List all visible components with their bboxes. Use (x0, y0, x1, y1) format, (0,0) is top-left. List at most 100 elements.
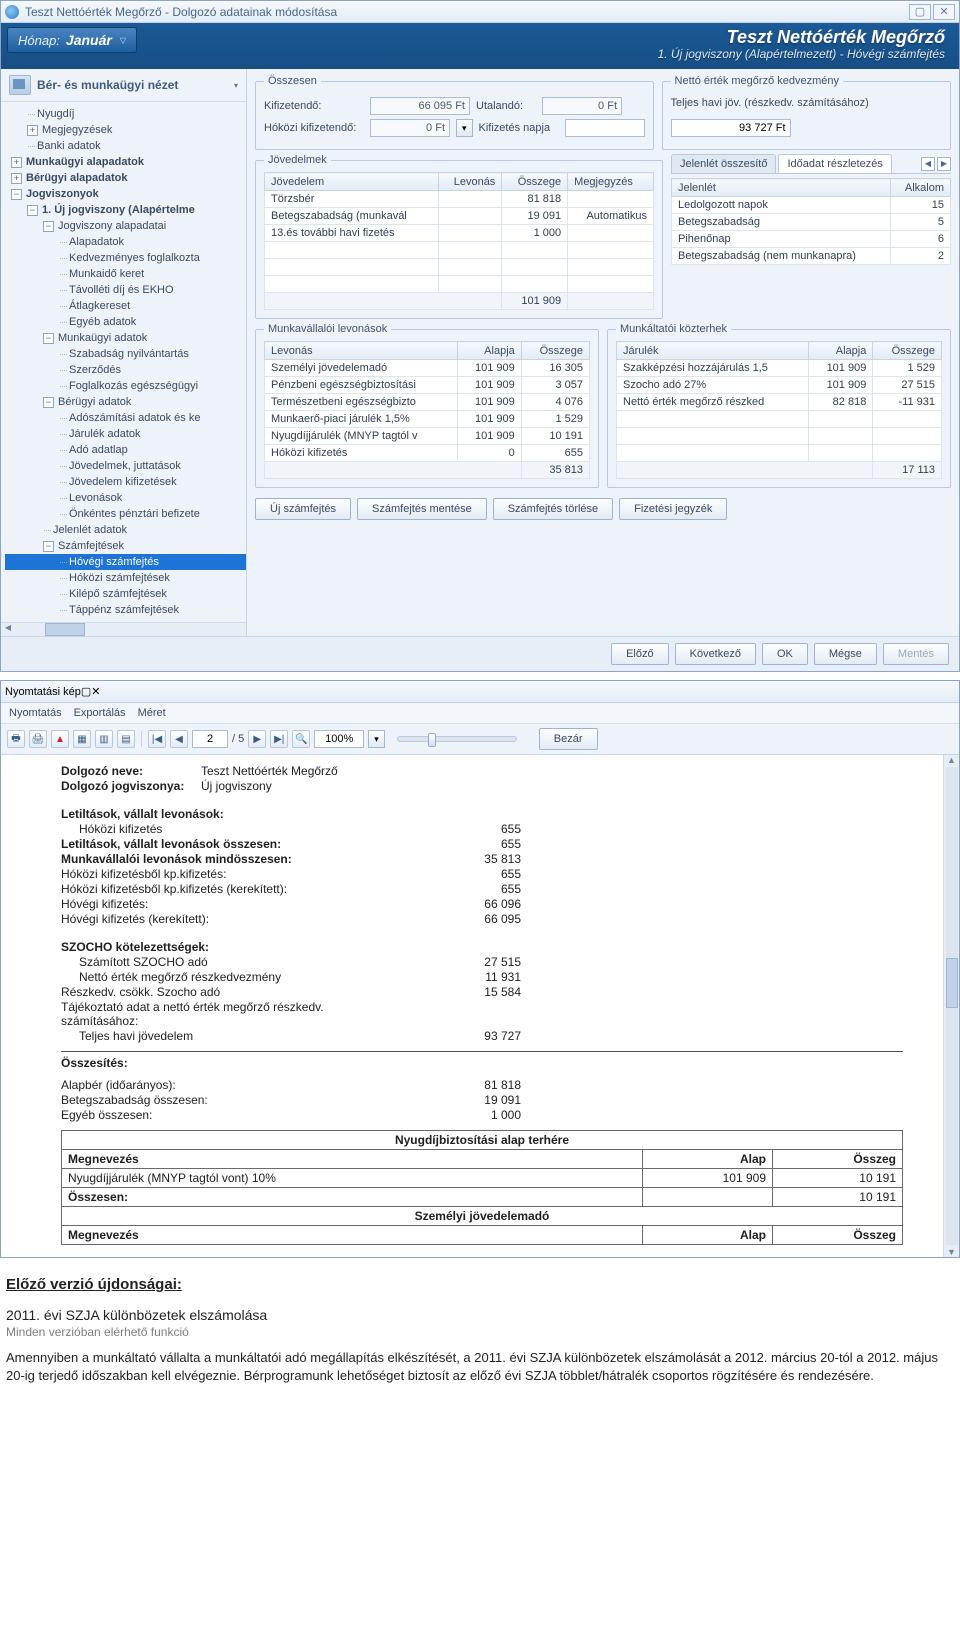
payday-input[interactable] (565, 119, 645, 137)
print-icon[interactable]: 🖶 (7, 730, 25, 748)
grid-icon[interactable]: ▤ (117, 730, 135, 748)
dropdown-button[interactable]: ▾ (456, 119, 473, 137)
arrow-up-icon[interactable]: ▲ (947, 755, 956, 765)
cell[interactable]: 27 515 (873, 377, 942, 394)
column-header[interactable]: Megjegyzés (568, 173, 654, 191)
page-input[interactable] (192, 730, 228, 748)
column-header[interactable]: Levonás (265, 342, 458, 360)
arrow-left-icon[interactable]: ◀ (1, 623, 15, 636)
expand-icon[interactable]: − (43, 333, 54, 344)
cell[interactable] (568, 191, 654, 208)
cell[interactable]: 2 (891, 248, 951, 265)
cell[interactable]: Nettó érték megőrző részked (617, 394, 809, 411)
next-page-icon[interactable]: ▶ (248, 730, 266, 748)
expand-icon[interactable]: + (11, 157, 22, 168)
menu-size[interactable]: Méret (138, 707, 166, 719)
tree-node[interactable]: +Megjegyzések (5, 122, 246, 138)
tree-node[interactable]: −Jogviszonyok (5, 186, 246, 202)
tree-node[interactable]: −1. Új jogviszony (Alapértelme (5, 202, 246, 218)
tree-node[interactable]: ····Alapadatok (5, 234, 246, 250)
tree-node[interactable]: ····Táppénz számfejtések (5, 602, 246, 618)
next-button[interactable]: Következő (675, 643, 756, 665)
cell[interactable]: 101 909 (457, 377, 521, 394)
full-income-value[interactable] (671, 119, 791, 137)
prev-page-icon[interactable]: ◀ (170, 730, 188, 748)
column-header[interactable]: Összege (521, 342, 589, 360)
tree-node[interactable]: ····Hóközi számfejtések (5, 570, 246, 586)
tree-node[interactable]: ····Jövedelem kifizetések (5, 474, 246, 490)
nav-tree[interactable]: ····Nyugdíj+Megjegyzések····Banki adatok… (1, 102, 246, 622)
zoom-input[interactable] (314, 730, 364, 748)
tab-summary[interactable]: Jelenlét összesítő (671, 154, 776, 173)
cell[interactable]: 19 091 (502, 208, 568, 225)
cell[interactable]: 101 909 (457, 428, 521, 445)
month-selector[interactable]: Hónap: Január ▽ (7, 27, 137, 53)
expand-icon[interactable]: − (43, 397, 54, 408)
prev-button[interactable]: Előző (611, 643, 669, 665)
ok-button[interactable]: OK (762, 643, 808, 665)
expand-icon[interactable]: + (27, 125, 38, 136)
cell[interactable]: Szakképzési hozzájárulás 1,5 (617, 360, 809, 377)
save-button[interactable]: Mentés (883, 643, 949, 665)
cell[interactable]: 655 (521, 445, 589, 462)
cell[interactable]: Betegszabadság (munkavál (265, 208, 439, 225)
cell[interactable]: 16 305 (521, 360, 589, 377)
column-header[interactable]: Alapja (457, 342, 521, 360)
quickprint-icon[interactable]: 🖨 (29, 730, 47, 748)
cell[interactable] (438, 225, 502, 242)
cell[interactable]: 1 000 (502, 225, 568, 242)
minimize-button[interactable]: ▢ (81, 685, 91, 698)
menu-print[interactable]: Nyomtatás (9, 707, 62, 719)
cell[interactable]: 13.és további havi fizetés (265, 225, 439, 242)
arrow-down-icon[interactable]: ▼ (947, 1247, 956, 1257)
tree-node[interactable]: ····Hóvégi számfejtés (5, 554, 246, 570)
tree-node[interactable]: −Munkaügyi adatok (5, 330, 246, 346)
cell[interactable]: Hóközi kifizetés (265, 445, 458, 462)
expand-icon[interactable]: − (43, 541, 54, 552)
tree-node[interactable]: ····Adó adatlap (5, 442, 246, 458)
tree-node[interactable]: −Jogviszony alapadatai (5, 218, 246, 234)
payslip-button[interactable]: Fizetési jegyzék (619, 498, 727, 520)
cell[interactable]: Szocho adó 27% (617, 377, 809, 394)
cell[interactable]: 15 (891, 197, 951, 214)
cell[interactable]: 101 909 (809, 377, 873, 394)
close-button[interactable]: ✕ (91, 685, 100, 698)
tree-node[interactable]: −Bérügyi adatok (5, 394, 246, 410)
close-preview-button[interactable]: Bezár (539, 728, 598, 750)
zoom-slider[interactable] (397, 736, 517, 742)
slider-thumb[interactable] (428, 733, 436, 747)
cell[interactable]: 1 529 (521, 411, 589, 428)
cell[interactable]: Pihenőnap (672, 231, 891, 248)
zoom-icon[interactable]: 🔍 (292, 730, 310, 748)
cell[interactable] (438, 191, 502, 208)
cell[interactable]: Természetbeni egészségbizto (265, 394, 458, 411)
cell[interactable]: Automatikus (568, 208, 654, 225)
column-header[interactable]: Jövedelem (265, 173, 439, 191)
cell[interactable]: Munkaerő-piaci járulék 1,5% (265, 411, 458, 428)
tree-node[interactable]: ····Távolléti díj és EKHO (5, 282, 246, 298)
tab-next-icon[interactable]: ▶ (937, 157, 951, 171)
column-header[interactable]: Jelenlét (672, 179, 891, 197)
cell[interactable]: 3 057 (521, 377, 589, 394)
cell[interactable]: 6 (891, 231, 951, 248)
deductions-table[interactable]: LevonásAlapjaÖsszegeSzemélyi jövedelemad… (264, 341, 590, 479)
cell[interactable] (438, 208, 502, 225)
tree-node[interactable]: +Munkaügyi alapadatok (5, 154, 246, 170)
cell[interactable]: 101 909 (809, 360, 873, 377)
tree-node[interactable]: −Számfejtések (5, 538, 246, 554)
employer-charges-table[interactable]: JárulékAlapjaÖsszegeSzakképzési hozzájár… (616, 341, 942, 479)
tree-node[interactable]: ····Egyéb adatok (5, 314, 246, 330)
minimize-button[interactable]: ▢ (909, 4, 931, 20)
tree-node[interactable]: +Bérügyi alapadatok (5, 170, 246, 186)
cell[interactable]: Ledolgozott napok (672, 197, 891, 214)
cell[interactable]: 0 (457, 445, 521, 462)
cell[interactable]: 1 529 (873, 360, 942, 377)
pdf-icon[interactable]: ▲ (51, 730, 69, 748)
column-header[interactable]: Összege (873, 342, 942, 360)
zoom-dropdown[interactable]: ▾ (368, 730, 385, 748)
cell[interactable]: 82 818 (809, 394, 873, 411)
cell[interactable]: 101 909 (457, 360, 521, 377)
tree-node[interactable]: ····Kilépő számfejtések (5, 586, 246, 602)
tree-node[interactable]: ····Banki adatok (5, 138, 246, 154)
tree-node[interactable]: ····Szerződés (5, 362, 246, 378)
